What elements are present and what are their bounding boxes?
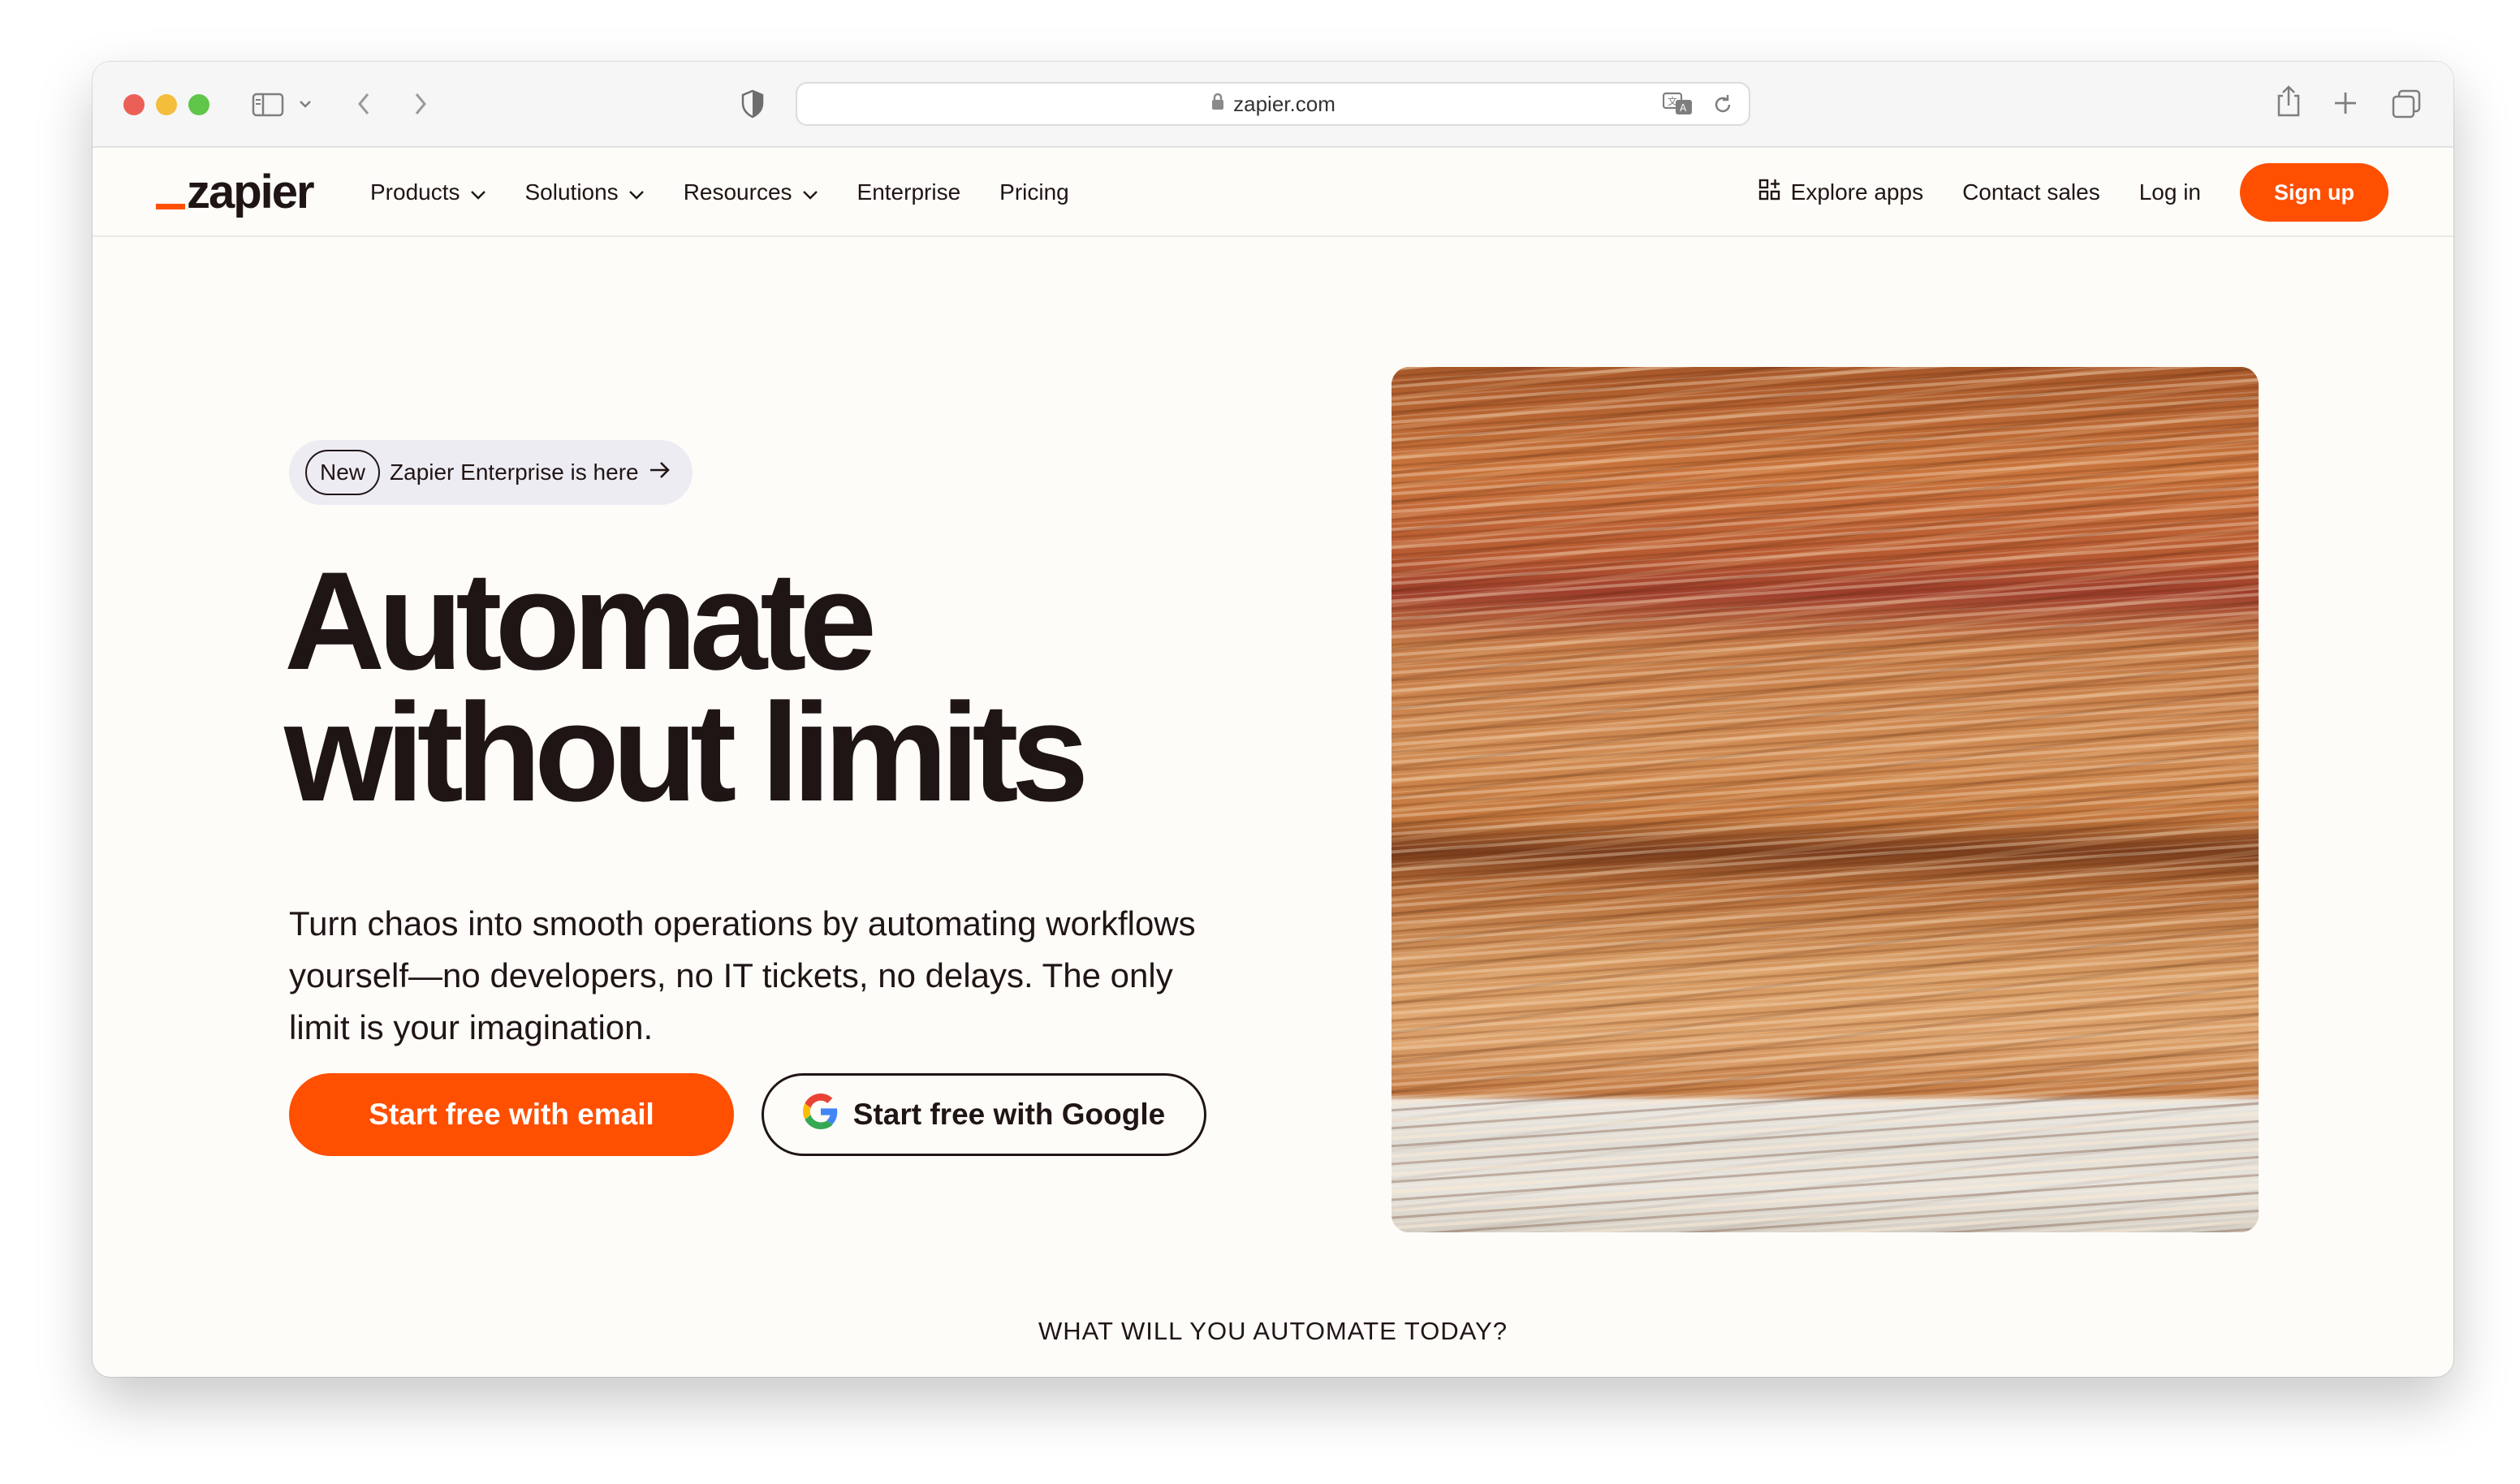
nav-label: Solutions (524, 179, 619, 205)
close-window-button[interactable] (123, 94, 145, 115)
badge-text: Zapier Enterprise is here (390, 459, 639, 485)
logo-dash (156, 204, 185, 209)
google-g-icon (802, 1093, 839, 1137)
zapier-logo[interactable]: zapier (156, 166, 315, 218)
hero-title-line-2: without limits (284, 675, 1089, 830)
chevron-down-icon[interactable] (299, 99, 312, 109)
nav-solutions[interactable]: Solutions (525, 179, 645, 205)
start-free-email-button[interactable]: Start free with email (289, 1073, 734, 1156)
nav-pricing[interactable]: Pricing (999, 179, 1069, 205)
contact-sales-link[interactable]: Contact sales (1962, 179, 2100, 205)
browser-toolbar: zapier.com 文A (93, 62, 2453, 148)
address-bar[interactable]: zapier.com 文A (796, 82, 1750, 126)
hero-subtitle: Turn chaos into smooth operations by aut… (289, 904, 1196, 1046)
logo-wordmark: zapier (187, 166, 315, 218)
nav-label: Enterprise (857, 179, 961, 205)
hero-title-line-1: Automate (284, 543, 877, 699)
browser-window: zapier.com 文A zapier Products Solutions … (93, 62, 2453, 1377)
automate-section-heading: WHAT WILL YOU AUTOMATE TODAY? (1038, 1317, 1508, 1345)
nav-products[interactable]: Products (370, 179, 486, 205)
url-text: zapier.com (1233, 92, 1336, 116)
explore-apps-label: Explore apps (1790, 179, 1924, 205)
minimize-window-button[interactable] (156, 94, 177, 115)
reload-icon[interactable] (1711, 93, 1734, 120)
google-button-label: Start free with Google (852, 1098, 1166, 1131)
chevron-down-icon (628, 179, 645, 205)
explore-apps-link[interactable]: Explore apps (1758, 179, 1923, 207)
site-header: zapier Products Solutions Resources Ente… (93, 149, 2453, 237)
share-icon[interactable] (2275, 84, 2302, 119)
header-actions: Explore apps Contact sales Log in Sign u… (1758, 149, 2388, 235)
nav-resources[interactable]: Resources (684, 179, 818, 205)
translate-icon[interactable]: 文A (1662, 92, 1694, 120)
main-nav: Products Solutions Resources Enterprise … (370, 149, 1069, 235)
shield-icon[interactable] (740, 89, 765, 119)
hero-title: Automate without limits (284, 543, 1340, 830)
new-tab-icon[interactable] (2333, 91, 2358, 115)
forward-arrow-icon[interactable] (412, 91, 429, 117)
nav-label: Resources (683, 179, 792, 205)
nav-enterprise[interactable]: Enterprise (857, 179, 961, 205)
login-link[interactable]: Log in (2139, 179, 2201, 205)
tabs-overview-icon[interactable] (2392, 89, 2421, 119)
start-free-google-button[interactable]: Start free with Google (762, 1073, 1206, 1156)
chevron-down-icon (470, 179, 486, 205)
back-arrow-icon[interactable] (356, 91, 372, 117)
nav-label: Pricing (999, 179, 1069, 205)
abstract-stripes-graphic (1392, 367, 2259, 1232)
enterprise-announcement-badge[interactable]: New Zapier Enterprise is here (289, 440, 693, 505)
hero-abstract-image (1392, 367, 2259, 1232)
sidebar-icon[interactable] (252, 93, 284, 117)
chevron-down-icon (802, 179, 818, 205)
lock-icon (1210, 84, 1225, 124)
svg-text:A: A (1680, 102, 1687, 114)
arrow-right-icon (649, 459, 671, 485)
zoom-window-button[interactable] (188, 94, 209, 115)
apps-grid-icon (1758, 179, 1781, 207)
new-tag: New (305, 450, 381, 495)
signup-button[interactable]: Sign up (2240, 163, 2388, 222)
nav-label: Products (370, 179, 460, 205)
